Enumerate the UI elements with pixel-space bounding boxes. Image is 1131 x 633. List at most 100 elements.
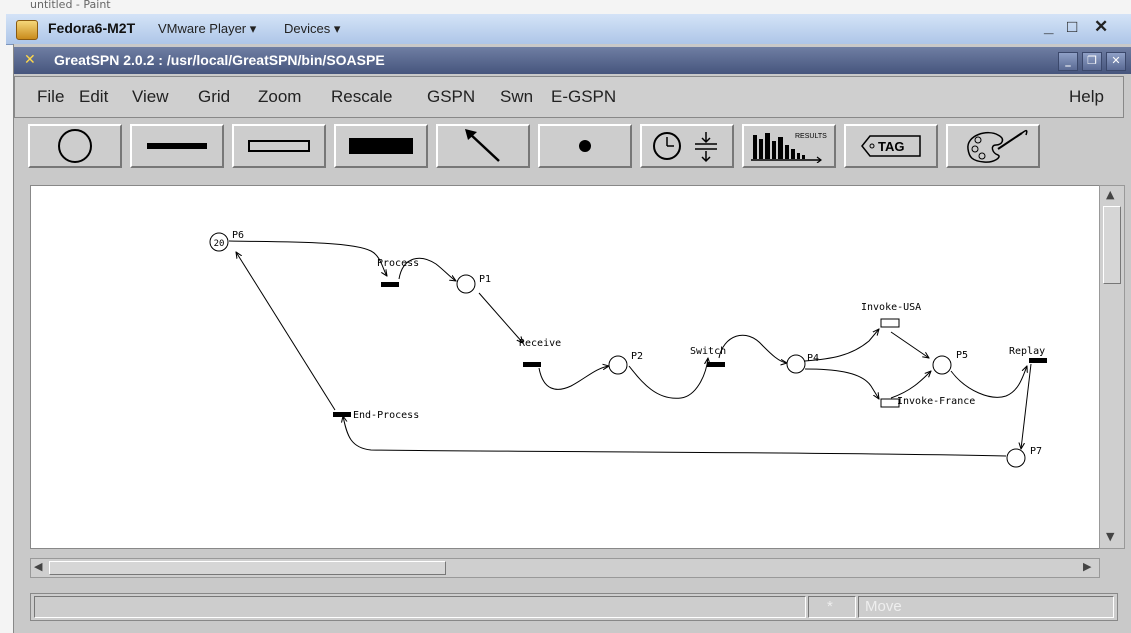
status-mode-field: Move: [858, 596, 1114, 618]
menu-zoom[interactable]: Zoom: [258, 87, 301, 107]
results-label: RESULTS: [795, 133, 827, 140]
palette-icon: [967, 129, 1028, 163]
place-tool-button[interactable]: [28, 124, 122, 168]
menu-help[interactable]: Help: [1069, 87, 1104, 107]
arc-p6-process: [228, 240, 387, 276]
arc-p4-invoke-france: [804, 368, 879, 399]
arc-invoke-france-p5: [890, 371, 931, 399]
menu-grid[interactable]: Grid: [198, 87, 230, 107]
place-p5[interactable]: [932, 355, 952, 375]
tag-label: TAG: [878, 139, 904, 154]
background-window-title: untitled - Paint: [30, 0, 111, 11]
transition-invoke-france-label: Invoke-France: [897, 396, 975, 407]
toolbar: RESULTS TAG: [14, 121, 1131, 175]
place-p1[interactable]: [456, 274, 476, 294]
place-p6-tokens: 20: [214, 239, 225, 249]
transition-switch-label: Switch: [690, 346, 726, 357]
immediate-transition-tool-button[interactable]: [130, 124, 224, 168]
timed-transition-tool-button[interactable]: [232, 124, 326, 168]
place-p1-label: P1: [479, 274, 491, 285]
app-close-button[interactable]: ✕: [1106, 52, 1126, 71]
status-message-field: [34, 596, 806, 618]
token-tool-button[interactable]: [538, 124, 632, 168]
greatspn-window: ✕ GreatSPN 2.0.2 : /usr/local/GreatSPN/b…: [13, 44, 1131, 633]
vertical-scrollbar[interactable]: ▲ ▼: [1099, 185, 1125, 549]
vm-minimize-button[interactable]: _: [1044, 17, 1053, 37]
transition-receive-label: Receive: [519, 338, 561, 349]
app-titlebar: ✕ GreatSPN 2.0.2 : /usr/local/GreatSPN/b…: [14, 47, 1131, 74]
results-chart-icon: RESULTS: [751, 133, 827, 163]
transition-receive[interactable]: [523, 362, 541, 367]
results-tool-button[interactable]: RESULTS: [742, 124, 836, 168]
scroll-down-icon[interactable]: ▼: [1106, 530, 1114, 543]
transition-process-label: Process: [377, 258, 419, 269]
palette-tool-button[interactable]: [946, 124, 1040, 168]
menu-egspn[interactable]: E-GSPN: [551, 87, 616, 107]
place-p2[interactable]: [608, 355, 628, 375]
arc-arrow-icon: [465, 129, 500, 162]
transition-invoke-usa-label: Invoke-USA: [861, 302, 921, 313]
menu-edit[interactable]: Edit: [79, 87, 108, 107]
menu-swn[interactable]: Swn: [500, 87, 533, 107]
tag-tool-button[interactable]: TAG: [844, 124, 938, 168]
vm-name: Fedora6-M2T: [48, 20, 136, 36]
scroll-up-icon[interactable]: ▲: [1106, 188, 1114, 201]
clock-priority-icon: [653, 132, 717, 163]
scroll-left-icon[interactable]: ◀: [34, 560, 42, 573]
app-restore-button[interactable]: ❐: [1082, 52, 1102, 71]
vmware-player-menu[interactable]: VMware Player ▾: [158, 21, 256, 37]
arc-p5-replay: [950, 366, 1027, 398]
vmware-app-icon: [16, 20, 38, 40]
arc-p7-end-process: [343, 416, 1007, 457]
place-p6-label: P6: [232, 230, 244, 241]
app-title: GreatSPN 2.0.2 : /usr/local/GreatSPN/bin…: [54, 52, 385, 68]
status-star: *: [827, 598, 833, 615]
place-p7-label: P7: [1030, 446, 1042, 457]
app-minimize-button[interactable]: _: [1058, 52, 1078, 71]
net-canvas[interactable]: 20 P6 P1 P2 P4 P5 P7 Process Receive Swi…: [30, 185, 1110, 549]
place-circle-icon: [58, 129, 92, 163]
transition-process[interactable]: [381, 282, 399, 287]
transition-switch[interactable]: [707, 362, 725, 367]
timed-transition-icon: [248, 140, 310, 152]
place-p7[interactable]: [1006, 448, 1026, 468]
scroll-right-icon[interactable]: ▶: [1083, 560, 1091, 573]
transition-end-process-label: End-Process: [353, 410, 419, 421]
app-tool-icon: ✕: [24, 52, 36, 68]
status-star-field: *: [808, 596, 856, 618]
tag-icon: TAG: [861, 135, 921, 157]
vmware-titlebar: Fedora6-M2T VMware Player ▾ Devices ▾ _ …: [6, 14, 1131, 45]
vm-maximize-button[interactable]: □: [1067, 17, 1077, 37]
deterministic-transition-tool-button[interactable]: [334, 124, 428, 168]
menu-rescale[interactable]: Rescale: [331, 87, 392, 107]
transition-end-process[interactable]: [333, 412, 351, 417]
transition-replay-label: Replay: [1009, 346, 1045, 357]
vertical-scroll-thumb[interactable]: [1103, 206, 1121, 284]
arc-p1-receive: [478, 292, 523, 343]
arc-switch-p4: [718, 334, 787, 363]
horizontal-scroll-thumb[interactable]: [49, 561, 446, 575]
menu-file[interactable]: File: [37, 87, 64, 107]
menu-gspn[interactable]: GSPN: [427, 87, 475, 107]
horizontal-scrollbar[interactable]: ◀ ▶: [30, 558, 1100, 578]
arc-invoke-usa-p5: [890, 331, 929, 358]
arc-tool-button[interactable]: [436, 124, 530, 168]
menu-view[interactable]: View: [132, 87, 169, 107]
place-p4-label: P4: [807, 353, 819, 364]
transition-replay[interactable]: [1029, 358, 1047, 363]
rate-tool-button[interactable]: [640, 124, 734, 168]
immediate-transition-icon: [147, 143, 207, 149]
vm-close-button[interactable]: ✕: [1094, 17, 1108, 37]
transition-invoke-usa[interactable]: [880, 318, 900, 328]
place-p4[interactable]: [786, 354, 806, 374]
token-dot-icon: [579, 140, 591, 152]
menu-bar: File Edit View Grid Zoom Rescale GSPN Sw…: [14, 76, 1124, 118]
status-bar: * Move: [30, 593, 1118, 621]
status-mode: Move: [865, 598, 902, 615]
arc-p2-switch: [628, 358, 708, 399]
arc-receive-p2: [538, 366, 609, 390]
devices-menu[interactable]: Devices ▾: [284, 21, 340, 37]
place-p5-label: P5: [956, 350, 968, 361]
petri-net-drawing[interactable]: 20 P6 P1 P2 P4 P5 P7 Process Receive Swi…: [31, 186, 1109, 548]
place-p2-label: P2: [631, 351, 643, 362]
